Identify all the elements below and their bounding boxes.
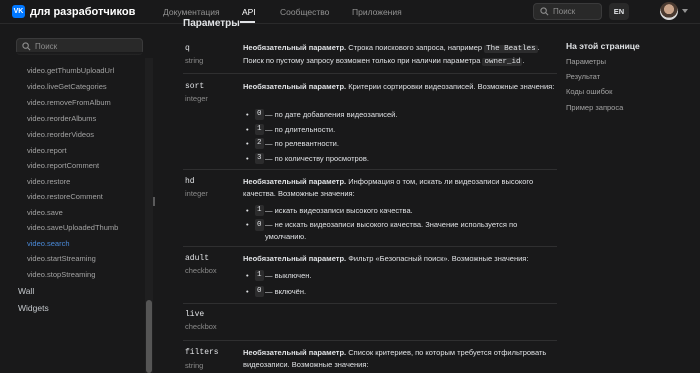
sidebar-item-video-getthumbuploadurl[interactable]: video.getThumbUploadUrl bbox=[27, 66, 114, 76]
option-text: — по количеству просмотров. bbox=[265, 154, 369, 163]
sidebar-section-wall[interactable]: Wall bbox=[18, 286, 34, 296]
option-text: — искать видеозаписи высокого качества. bbox=[265, 206, 413, 215]
sidebar-item-video-reportcomment[interactable]: video.reportComment bbox=[27, 161, 99, 171]
sidebar-item-video-saveuploadedthumb[interactable]: video.saveUploadedThumb bbox=[27, 223, 118, 233]
param-divider bbox=[183, 246, 557, 247]
param-name-live: live bbox=[185, 310, 205, 319]
param-desc-filters: Необязательный параметр. Список критерие… bbox=[243, 347, 556, 371]
param-desc-text: . bbox=[522, 56, 525, 65]
user-avatar[interactable] bbox=[660, 2, 678, 20]
param-desc-text: Поиск по пустому запросу возможен только… bbox=[243, 56, 483, 65]
option-text: — не искать видеозаписи высокого качеств… bbox=[265, 220, 518, 241]
option-text: — по длительности. bbox=[265, 125, 336, 134]
param-desc-sort: Необязательный параметр. Критерии сортир… bbox=[243, 81, 556, 93]
sidebar-item-video-reordervideos[interactable]: video.reorderVideos bbox=[27, 130, 94, 140]
param-desc-text: Строка поискового запроса, например bbox=[346, 43, 485, 52]
param-required-label: Необязательный параметр. bbox=[243, 348, 347, 357]
param-name-q: q bbox=[185, 44, 190, 53]
param-divider bbox=[183, 340, 557, 341]
sidebar-item-video-startstreaming[interactable]: video.startStreaming bbox=[27, 254, 96, 264]
sidebar-item-video-restorecomment[interactable]: video.restoreComment bbox=[27, 192, 103, 202]
inline-code: The Beatles bbox=[484, 45, 538, 53]
sidebar-item-video-removefromalbum[interactable]: video.removeFromAlbum bbox=[27, 98, 111, 108]
param-type-live: checkbox bbox=[185, 322, 217, 331]
param-type-sort: integer bbox=[185, 94, 208, 103]
vk-logo-icon[interactable]: VK bbox=[12, 5, 25, 18]
option-text: — включён. bbox=[265, 287, 307, 296]
toc-item-error-codes[interactable]: Коды ошибок bbox=[566, 87, 612, 97]
param-type-adult: checkbox bbox=[185, 266, 217, 275]
param-divider bbox=[183, 303, 557, 304]
nav-api[interactable]: API bbox=[242, 7, 256, 17]
top-navigation-bar: VK для разработчиков Документация API Со… bbox=[0, 0, 700, 24]
sidebar-fade bbox=[0, 52, 145, 60]
param-required-label: Необязательный параметр. bbox=[243, 43, 347, 52]
option-code: 1 bbox=[255, 270, 264, 281]
header-search-input[interactable] bbox=[553, 6, 599, 17]
param-type-hd: integer bbox=[185, 189, 208, 198]
param-desc-text: Фильтр «Безопасный поиск». Возможные зна… bbox=[346, 254, 529, 263]
option-code: 1 bbox=[255, 205, 264, 216]
sidebar-item-video-reorderalbums[interactable]: video.reorderAlbums bbox=[27, 114, 96, 124]
param-required-label: Необязательный параметр. bbox=[243, 177, 347, 186]
toc-item-example[interactable]: Пример запроса bbox=[566, 103, 623, 113]
param-type-q: string bbox=[185, 56, 204, 65]
param-divider bbox=[183, 169, 557, 170]
option-code: 0 bbox=[255, 109, 264, 120]
param-desc-text: Критерии сортировки видеозаписей. Возмож… bbox=[346, 82, 555, 91]
param-desc-adult: Необязательный параметр. Фильтр «Безопас… bbox=[243, 253, 556, 265]
chevron-down-icon[interactable] bbox=[682, 9, 688, 13]
param-name-adult: adult bbox=[185, 254, 210, 263]
option-code: 0 bbox=[255, 286, 264, 297]
sidebar-item-video-livegetcategories[interactable]: video.liveGetCategories bbox=[27, 82, 107, 92]
nav-community[interactable]: Сообщество bbox=[280, 7, 329, 17]
section-heading-params: Параметры bbox=[183, 18, 240, 29]
nav-active-underline bbox=[240, 21, 255, 23]
option-code: 3 bbox=[255, 153, 264, 164]
param-required-label: Необязательный параметр. bbox=[243, 254, 347, 263]
nav-documentation[interactable]: Документация bbox=[163, 7, 220, 17]
search-icon bbox=[540, 7, 549, 18]
option-code: 2 bbox=[255, 138, 264, 149]
sidebar-scrollbar-thumb[interactable] bbox=[146, 300, 152, 373]
sidebar-search-input[interactable] bbox=[35, 41, 135, 52]
sidebar-item-video-search[interactable]: video.search bbox=[27, 239, 70, 249]
option-code: 1 bbox=[255, 124, 264, 135]
sidebar-item-video-restore[interactable]: video.restore bbox=[27, 177, 70, 187]
option-text: — выключен. bbox=[265, 271, 312, 280]
sidebar-item-video-stopstreaming[interactable]: video.stopStreaming bbox=[27, 270, 95, 280]
brand-title[interactable]: для разработчиков bbox=[30, 5, 135, 19]
sidebar-item-video-save[interactable]: video.save bbox=[27, 208, 63, 218]
sidebar-item-video-report[interactable]: video.report bbox=[27, 146, 67, 156]
param-name-hd: hd bbox=[185, 177, 195, 186]
param-divider bbox=[183, 73, 557, 74]
sidebar-section-widgets[interactable]: Widgets bbox=[18, 303, 49, 313]
param-name-filters: filters bbox=[185, 348, 219, 357]
param-desc-hd: Необязательный параметр. Информация о то… bbox=[243, 176, 556, 200]
nav-apps[interactable]: Приложения bbox=[352, 7, 402, 17]
toc-title: На этой странице bbox=[566, 41, 640, 51]
param-desc-q: Необязательный параметр. Строка поисково… bbox=[243, 42, 556, 68]
param-desc-text: . bbox=[537, 43, 540, 52]
param-required-label: Необязательный параметр. bbox=[243, 82, 347, 91]
sidebar-resize-handle[interactable] bbox=[153, 197, 155, 206]
toc-item-params[interactable]: Параметры bbox=[566, 57, 606, 67]
param-name-sort: sort bbox=[185, 82, 205, 91]
language-switch[interactable]: EN bbox=[609, 3, 629, 20]
inline-code: owner_id bbox=[482, 58, 523, 66]
param-type-filters: string bbox=[185, 361, 204, 370]
option-text: — по релевантности. bbox=[265, 139, 339, 148]
toc-item-result[interactable]: Результат bbox=[566, 72, 600, 82]
option-text: — по дате добавления видеозаписей. bbox=[265, 110, 398, 119]
header-search[interactable] bbox=[533, 3, 602, 20]
option-code: 0 bbox=[255, 219, 264, 231]
